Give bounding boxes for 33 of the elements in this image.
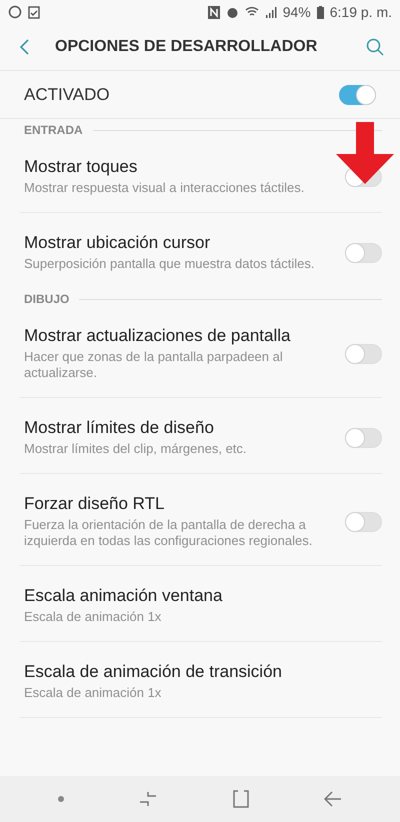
setting-description: Superposición pantalla que muestra datos táctiles.: [24, 256, 315, 272]
section-header: DIBUJO: [24, 292, 70, 306]
dot-icon: [58, 796, 64, 802]
section-header: ENTRADA: [24, 123, 83, 137]
setting-title: Forzar diseño RTL: [24, 494, 166, 514]
setting-title: Mostrar actualizaciones de pantalla: [24, 326, 292, 346]
setting-description: Mostrar respuesta visual a interacciones táctiles.: [24, 180, 306, 196]
setting-title: Mostrar ubicación cursor: [24, 233, 212, 253]
arrow-icon: [334, 122, 396, 184]
setting-title: Mostrar límites de diseño: [24, 418, 215, 438]
setting-title: Escala animación ventana: [24, 586, 224, 606]
setting-title: Mostrar toques: [24, 157, 138, 177]
setting-description: Mostrar límites del clip, márgenes, etc.: [24, 441, 248, 457]
setting-description: Escala de animación 1x: [24, 609, 162, 625]
search-button[interactable]: [366, 38, 384, 56]
toggle-switch[interactable]: [339, 84, 376, 104]
wifi-icon: [244, 6, 259, 18]
home-button[interactable]: [232, 790, 249, 808]
battery-percent: 94%: [282, 4, 311, 20]
setting-title: Escala de animación de transición: [24, 662, 283, 682]
nfc-icon: [208, 6, 220, 18]
screen-title: OPCIONES DE DESARROLLADOR: [55, 38, 318, 56]
clock-time: 6:19 p. m.: [330, 4, 392, 20]
setting-description: Escala de animación 1x: [24, 685, 162, 701]
signal-icon: [264, 6, 277, 18]
checklist-icon: [28, 6, 40, 18]
battery-icon: [316, 6, 324, 18]
setting-description: Hacer que zonas de la pantalla parpadeen al actualizarse.: [24, 349, 284, 381]
back-button[interactable]: [20, 39, 29, 55]
back-nav-button[interactable]: [324, 791, 342, 807]
setting-description: Fuerza la orientación de la pantalla de derecha a izquierda en todas las configuraciones regionales.: [24, 517, 314, 549]
recent-apps-button[interactable]: [139, 791, 158, 807]
master-switch-label: ACTIVADO: [24, 84, 111, 104]
